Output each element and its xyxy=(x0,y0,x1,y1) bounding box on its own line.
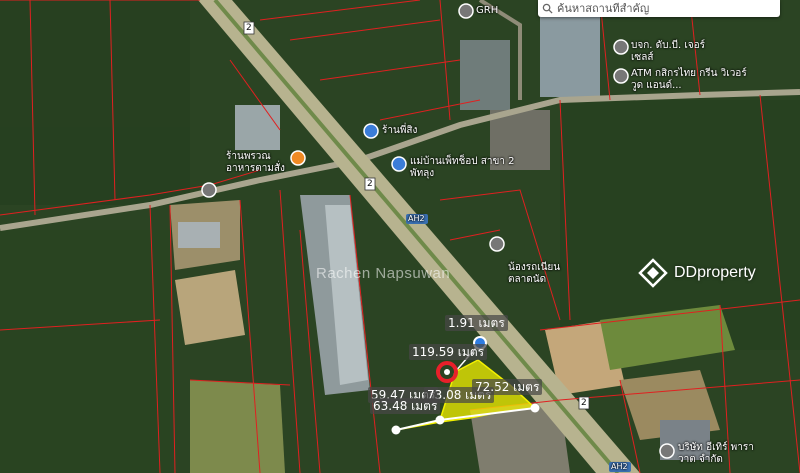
vertex-marker[interactable] xyxy=(435,415,445,425)
selected-location-center xyxy=(444,369,450,375)
building xyxy=(178,222,220,248)
place-pin-icon[interactable] xyxy=(201,182,217,198)
search-input[interactable] xyxy=(557,2,772,15)
poi-label[interactable]: ATM กสิกรไทย กรีน วิเวอร์วูด แอนด์... xyxy=(631,68,751,92)
poi-label[interactable]: ร้านพี่สิง xyxy=(382,125,417,137)
vertex-marker[interactable] xyxy=(391,425,401,435)
highway-label: 2 xyxy=(367,179,373,189)
highway-label: 2 xyxy=(246,23,252,33)
shop-pin-icon[interactable] xyxy=(391,156,407,172)
brand-watermark: DDproperty xyxy=(638,258,756,288)
building xyxy=(540,12,600,97)
poi-label[interactable]: ร้านพรวณ อาหารตามสั่ง xyxy=(226,151,296,175)
ddproperty-logo-icon xyxy=(638,258,668,288)
cleared-land xyxy=(175,270,245,345)
place-pin-icon[interactable] xyxy=(458,3,474,19)
measurement-label: 72.52 เมตร xyxy=(472,379,543,395)
field xyxy=(190,380,285,473)
place-pin-icon[interactable] xyxy=(489,236,505,252)
poi-label[interactable]: น้องรถเนียน ตลาดนัด xyxy=(508,262,578,286)
ah2-label: AH2 xyxy=(408,214,425,223)
poi-label[interactable]: แม่บ้านเพ็ทช็อป สาขา 2 พัทลุง xyxy=(410,156,520,180)
photo-credit: Rachen Napsuwan xyxy=(316,265,451,282)
map-view[interactable]: { "search": { "placeholder": "ค้นหาสถานท… xyxy=(0,0,800,473)
poi-label[interactable]: GRH xyxy=(476,5,498,17)
poi-label[interactable]: บริษัท อีเทิร์ พาราวาต จำกัด xyxy=(678,442,768,466)
place-search-box[interactable] xyxy=(538,0,780,17)
highway-label: 2 xyxy=(581,398,587,408)
measurement-label: 63.48 เมตร xyxy=(370,398,441,414)
measurement-label: 1.91 เมตร xyxy=(445,315,508,331)
building xyxy=(460,40,510,110)
ah2-label: AH2 xyxy=(611,462,628,471)
place-pin-icon[interactable] xyxy=(659,443,675,459)
building xyxy=(235,105,280,150)
brand-name: DDproperty xyxy=(674,264,756,281)
poi-label[interactable]: บจก. ดับ.บี. เจอร์ เซลส์ xyxy=(631,40,726,64)
search-icon xyxy=(542,3,553,14)
bank-pin-icon[interactable] xyxy=(613,68,629,84)
place-pin-icon[interactable] xyxy=(613,39,629,55)
measurement-label: 119.59 เมตร xyxy=(409,344,488,360)
vertex-marker[interactable] xyxy=(530,403,540,413)
shop-pin-icon[interactable] xyxy=(363,123,379,139)
